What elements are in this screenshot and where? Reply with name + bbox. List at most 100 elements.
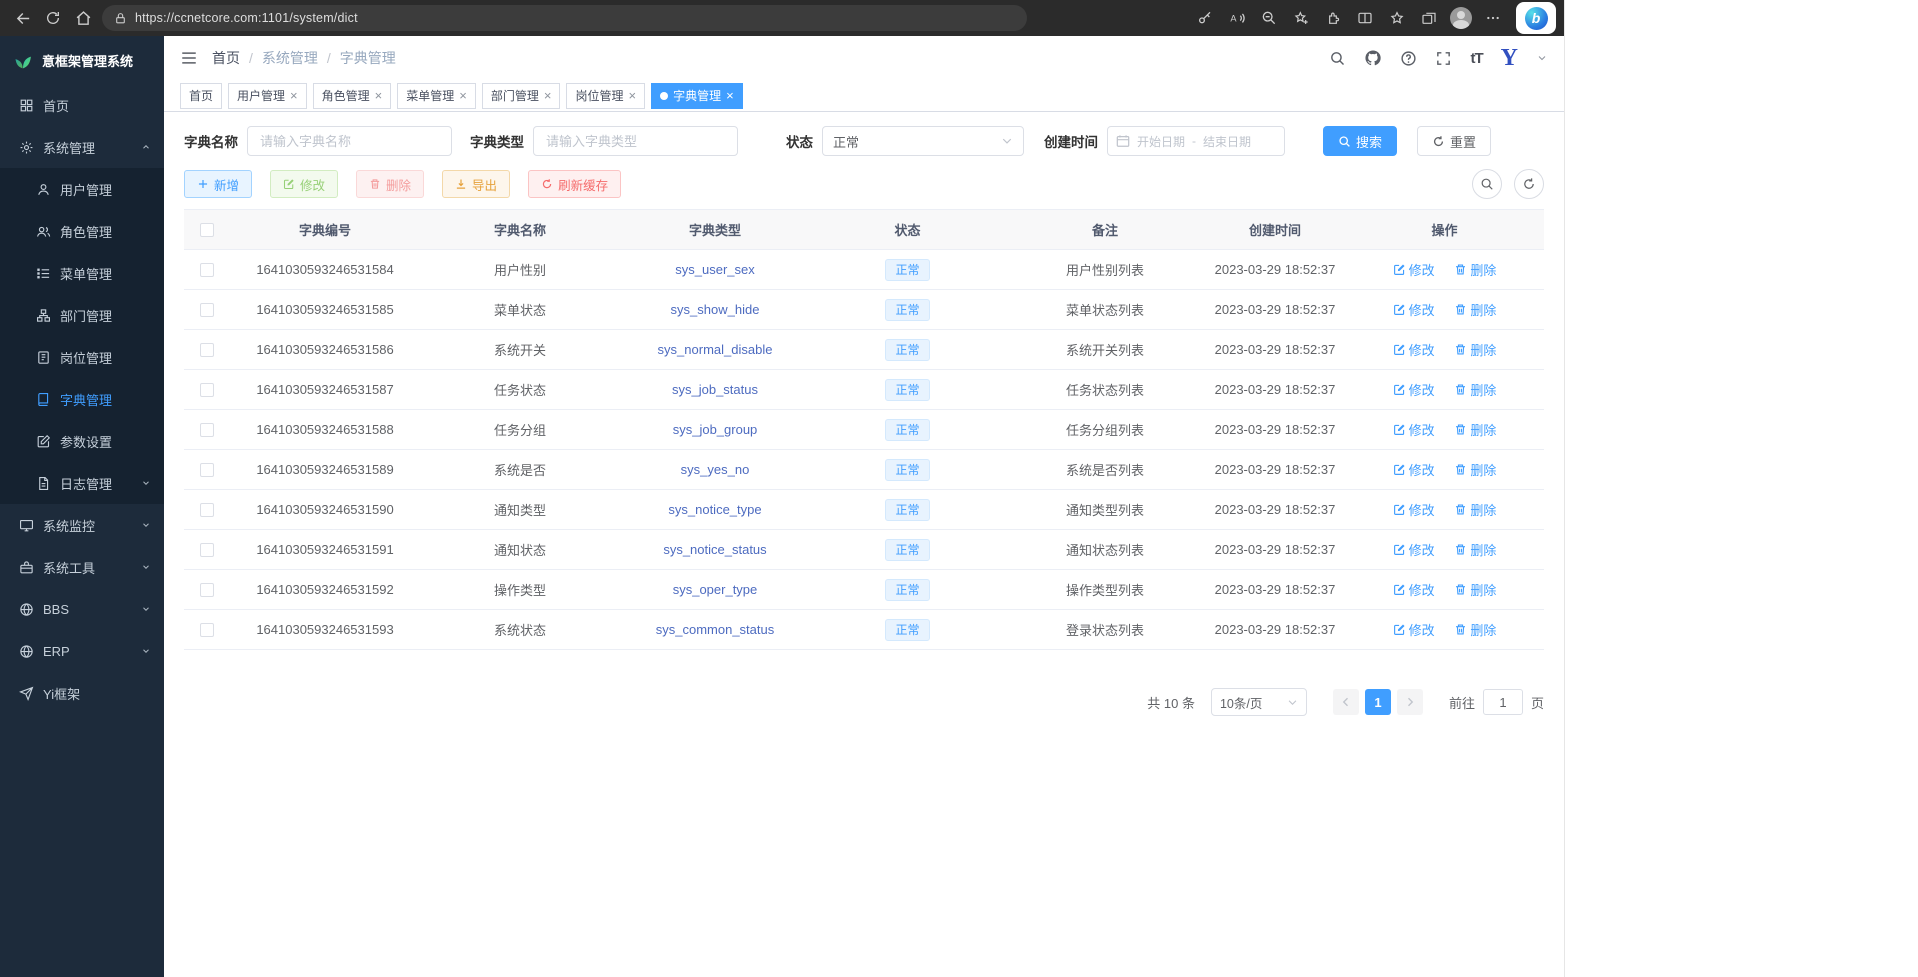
row-delete-link[interactable]: 删除 <box>1454 580 1496 599</box>
sidebar-item-erp[interactable]: ERP <box>0 630 164 672</box>
sidebar-item-user-mgmt[interactable]: 用户管理 <box>0 168 164 210</box>
row-checkbox[interactable] <box>200 343 214 357</box>
user-logo[interactable]: Y <box>1501 46 1518 70</box>
close-icon[interactable]: × <box>459 89 467 102</box>
sidebar-item-log-mgmt[interactable]: 日志管理 <box>0 462 164 504</box>
row-checkbox[interactable] <box>200 423 214 437</box>
tab-dict-mgmt[interactable]: 字典管理× <box>651 83 743 109</box>
dict-type-link[interactable]: sys_normal_disable <box>658 342 773 357</box>
dict-type-link[interactable]: sys_notice_status <box>663 542 766 557</box>
refresh-table-button[interactable] <box>1514 169 1544 199</box>
row-checkbox[interactable] <box>200 383 214 397</box>
status-select[interactable]: 正常 <box>822 126 1024 156</box>
dict-type-link[interactable]: sys_show_hide <box>671 302 760 317</box>
dict-type-link[interactable]: sys_job_status <box>672 382 758 397</box>
row-edit-link[interactable]: 修改 <box>1393 380 1435 399</box>
row-checkbox[interactable] <box>200 543 214 557</box>
sidebar-item-dict-mgmt[interactable]: 字典管理 <box>0 378 164 420</box>
search-icon[interactable] <box>1329 50 1346 67</box>
breadcrumb-system-mgmt[interactable]: 系统管理 <box>262 48 318 68</box>
row-delete-link[interactable]: 删除 <box>1454 540 1496 559</box>
dict-type-link[interactable]: sys_user_sex <box>675 262 754 277</box>
more-menu-button[interactable] <box>1478 4 1508 32</box>
add-favorite-icon[interactable] <box>1286 4 1316 32</box>
dict-type-link[interactable]: sys_job_group <box>673 422 758 437</box>
close-icon[interactable]: × <box>628 89 636 102</box>
row-checkbox[interactable] <box>200 583 214 597</box>
row-edit-link[interactable]: 修改 <box>1393 540 1435 559</box>
page-size-select[interactable]: 10条/页 <box>1211 688 1307 716</box>
row-delete-link[interactable]: 删除 <box>1454 380 1496 399</box>
row-delete-link[interactable]: 删除 <box>1454 420 1496 439</box>
chevron-down-icon[interactable] <box>1536 52 1548 64</box>
export-button[interactable]: 导出 <box>442 170 510 198</box>
row-delete-link[interactable]: 删除 <box>1454 260 1496 279</box>
sidebar-item-system-monitor[interactable]: 系统监控 <box>0 504 164 546</box>
tab-user-mgmt[interactable]: 用户管理× <box>228 83 307 109</box>
github-icon[interactable] <box>1364 49 1382 67</box>
row-edit-link[interactable]: 修改 <box>1393 260 1435 279</box>
row-delete-link[interactable]: 删除 <box>1454 340 1496 359</box>
close-icon[interactable]: × <box>544 89 552 102</box>
tab-menu-mgmt[interactable]: 菜单管理× <box>397 83 476 109</box>
zoom-icon[interactable] <box>1254 4 1284 32</box>
dict-type-link[interactable]: sys_oper_type <box>673 582 758 597</box>
row-checkbox[interactable] <box>200 303 214 317</box>
fullscreen-icon[interactable] <box>1435 50 1452 67</box>
refresh-button[interactable] <box>38 4 68 32</box>
row-delete-link[interactable]: 删除 <box>1454 500 1496 519</box>
refresh-cache-button[interactable]: 刷新缓存 <box>528 170 621 198</box>
favorites-icon[interactable] <box>1382 4 1412 32</box>
delete-button[interactable]: 删除 <box>356 170 424 198</box>
tab-role-mgmt[interactable]: 角色管理× <box>313 83 392 109</box>
tab-home[interactable]: 首页 <box>180 83 222 109</box>
sidebar-item-post-mgmt[interactable]: 岗位管理 <box>0 336 164 378</box>
dict-type-link[interactable]: sys_yes_no <box>681 462 750 477</box>
sidebar-item-dept-mgmt[interactable]: 部门管理 <box>0 294 164 336</box>
split-screen-icon[interactable] <box>1350 4 1380 32</box>
extensions-icon[interactable] <box>1318 4 1348 32</box>
collections-icon[interactable] <box>1414 4 1444 32</box>
row-edit-link[interactable]: 修改 <box>1393 580 1435 599</box>
row-edit-link[interactable]: 修改 <box>1393 340 1435 359</box>
edit-button[interactable]: 修改 <box>270 170 338 198</box>
close-icon[interactable]: × <box>375 89 383 102</box>
next-page-button[interactable] <box>1397 689 1423 715</box>
row-checkbox[interactable] <box>200 503 214 517</box>
goto-page-input[interactable] <box>1483 689 1523 715</box>
read-aloud-icon[interactable]: A <box>1222 4 1252 32</box>
copilot-button[interactable]: b <box>1516 2 1556 34</box>
row-edit-link[interactable]: 修改 <box>1393 300 1435 319</box>
close-icon[interactable]: × <box>726 89 734 102</box>
dict-name-input[interactable] <box>247 126 452 156</box>
profile-button[interactable] <box>1446 4 1476 32</box>
sidebar-item-yi-framework[interactable]: Yi框架 <box>0 672 164 714</box>
select-all-checkbox[interactable] <box>200 223 214 237</box>
current-page-button[interactable]: 1 <box>1365 689 1391 715</box>
row-delete-link[interactable]: 删除 <box>1454 300 1496 319</box>
help-icon[interactable] <box>1400 50 1417 67</box>
app-logo[interactable]: 意框架管理系统 <box>0 36 164 84</box>
tab-dept-mgmt[interactable]: 部门管理× <box>482 83 561 109</box>
sidebar-item-menu-mgmt[interactable]: 菜单管理 <box>0 252 164 294</box>
font-size-icon[interactable]: tT <box>1470 50 1482 67</box>
breadcrumb-home[interactable]: 首页 <box>212 48 240 68</box>
row-checkbox[interactable] <box>200 263 214 277</box>
back-button[interactable] <box>8 4 38 32</box>
row-edit-link[interactable]: 修改 <box>1393 420 1435 439</box>
add-button[interactable]: 新增 <box>184 170 252 198</box>
dict-type-link[interactable]: sys_notice_type <box>668 502 761 517</box>
row-delete-link[interactable]: 删除 <box>1454 460 1496 479</box>
row-edit-link[interactable]: 修改 <box>1393 500 1435 519</box>
row-delete-link[interactable]: 删除 <box>1454 620 1496 639</box>
home-button[interactable] <box>68 4 98 32</box>
reset-button[interactable]: 重置 <box>1417 126 1491 156</box>
dict-type-link[interactable]: sys_common_status <box>656 622 775 637</box>
key-icon[interactable] <box>1190 4 1220 32</box>
row-edit-link[interactable]: 修改 <box>1393 460 1435 479</box>
dict-type-input[interactable] <box>533 126 738 156</box>
prev-page-button[interactable] <box>1333 689 1359 715</box>
address-bar[interactable]: https://ccnetcore.com:1101/system/dict <box>102 5 1027 31</box>
sidebar-item-role-mgmt[interactable]: 角色管理 <box>0 210 164 252</box>
tab-post-mgmt[interactable]: 岗位管理× <box>566 83 645 109</box>
